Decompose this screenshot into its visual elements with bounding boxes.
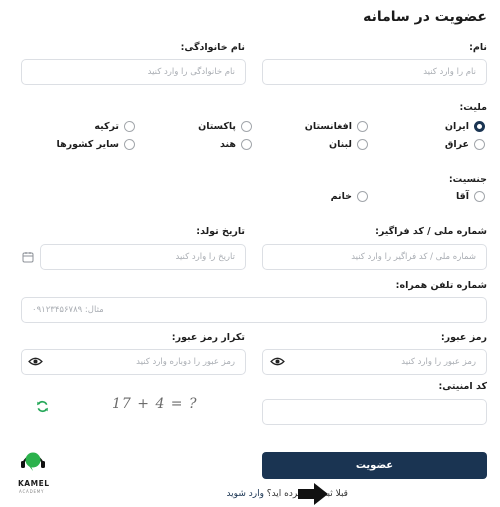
captcha-image: 17 + 4 = ? [112,396,198,412]
national-id-placeholder: شماره ملی / کد فراگیر را وارد کنید [351,252,476,262]
logo-icon [21,452,45,471]
page-title: عضویت در سامانه [363,9,487,25]
last-name-label: نام خانوادگی: [180,42,245,53]
nationality-option-iraq: عراق [444,139,469,150]
first-name-label: نام: [469,42,487,53]
nationality-label: ملیت: [459,102,488,113]
gender-label: جنسیت: [448,174,487,185]
gender-option-female: خانم [330,191,352,202]
nationality-option-pakistan: پاکستان [198,121,236,132]
captcha-input[interactable] [262,399,487,425]
nationality-radio-afghanistan[interactable] [357,121,368,132]
first-name-placeholder: نام را وارد کنید [423,67,476,77]
eye-icon[interactable] [28,356,43,367]
nationality-option-india: هند [220,139,236,150]
refresh-icon[interactable] [36,400,49,413]
nationality-option-afghanistan: افغانستان [304,121,352,132]
phone-placeholder: مثال: ۰۹۱۲۳۴۵۶۷۸۹ [32,305,104,315]
captcha-label: کد امنیتی: [438,381,487,392]
nationality-radio-turkey[interactable] [124,121,135,132]
phone-label: شماره تلفن همراه: [395,280,487,291]
eye-icon[interactable] [270,356,285,367]
nationality-radio-lebanon[interactable] [357,139,368,150]
birth-date-placeholder: تاریخ را وارد کنید [175,252,235,262]
calendar-icon[interactable] [22,251,34,263]
login-link[interactable]: وارد شوید [226,489,263,499]
last-name-placeholder: نام خانوادگی را وارد کنید [147,67,235,77]
nationality-radio-iran[interactable] [474,121,485,132]
national-id-label: شماره ملی / کد فراگیر: [375,226,487,237]
phone-input[interactable]: مثال: ۰۹۱۲۳۴۵۶۷۸۹ [21,297,487,323]
password-label: رمز عبور: [440,332,487,343]
first-name-input[interactable]: نام را وارد کنید [262,59,487,85]
nationality-option-other: سایر کشورها [56,139,119,150]
nationality-option-iran: ایران [444,121,469,132]
password-repeat-placeholder: رمز عبور را دوباره وارد کنید [136,357,235,367]
password-placeholder: رمز عبور را وارد کنید [401,357,476,367]
nationality-radio-india[interactable] [241,139,252,150]
gender-option-male: آقا [455,191,469,202]
nationality-radio-other[interactable] [124,139,135,150]
password-repeat-input[interactable]: رمز عبور را دوباره وارد کنید [21,349,246,375]
birth-date-input[interactable]: تاریخ را وارد کنید [40,244,246,270]
nationality-radio-iraq[interactable] [474,139,485,150]
nationality-option-lebanon: لبنان [329,139,352,150]
gender-radio-male[interactable] [474,191,485,202]
national-id-input[interactable]: شماره ملی / کد فراگیر را وارد کنید [262,244,487,270]
logo-subtext: ACADEMY [19,489,45,494]
submit-button[interactable]: عضویت [262,452,487,479]
nationality-option-turkey: ترکیه [94,121,119,132]
password-repeat-label: تکرار رمز عبور: [171,332,245,343]
last-name-input[interactable]: نام خانوادگی را وارد کنید [21,59,246,85]
gender-radio-female[interactable] [357,191,368,202]
arrow-right-icon [298,483,328,505]
password-input[interactable]: رمز عبور را وارد کنید [262,349,487,375]
birth-date-label: تاریخ تولد: [196,226,245,237]
logo-text: KAMEL [18,479,50,488]
nationality-radio-pakistan[interactable] [241,121,252,132]
